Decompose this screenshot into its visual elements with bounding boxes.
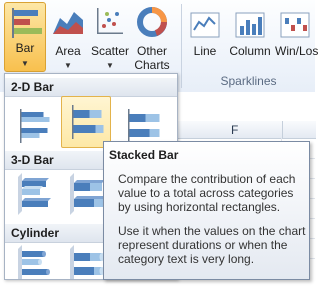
area-button-label: Area [55, 44, 81, 58]
cylinder-clustered-option[interactable] [9, 244, 59, 296]
scatter-chart-icon [97, 8, 123, 34]
sparkline-line-button[interactable]: Line [188, 4, 222, 64]
sparkline-winloss-label: Win/Los [275, 44, 319, 58]
clustered-bar-3d-option[interactable] [9, 170, 59, 222]
tooltip-description-line: Compare the contribution of each [118, 172, 296, 186]
tooltip-usage-line: category text is very long. [118, 252, 255, 266]
sparkline-line-icon [190, 12, 220, 38]
scatter-button-label: Scatter [90, 44, 129, 58]
sparkline-column-label: Column [229, 44, 271, 58]
bar-button-label: Bar [15, 41, 35, 55]
section-header-2d-bar: 2-D Bar [5, 78, 177, 97]
clustered-bar-option[interactable] [9, 100, 59, 152]
other-charts-button[interactable]: Other Charts [132, 4, 172, 72]
area-chart-button[interactable]: Area ▼ [50, 4, 86, 72]
cylinder-clustered-icon [18, 245, 50, 279]
tooltip-usage-line: Use it when the values on the chart [118, 224, 306, 238]
other-charts-icon [137, 7, 167, 37]
stacked-bar-tooltip: Stacked Bar Compare the contribution of … [103, 141, 310, 280]
chevron-down-icon: ▼ [106, 61, 114, 70]
sparkline-winloss-button[interactable]: Win/Los [274, 4, 319, 64]
chevron-down-icon: ▼ [21, 59, 29, 68]
tooltip-description-line: value to a total across categories [118, 186, 294, 200]
column-header-label: F [231, 123, 239, 137]
other-charts-label-line1: Other [136, 44, 167, 58]
stacked-bar-icon [72, 105, 104, 139]
other-charts-label-line2: Charts [134, 58, 170, 72]
clustered-bar-icon [20, 109, 50, 143]
sparkline-column-icon [235, 12, 265, 38]
tooltip-description-line: by using horizontal rectangles. [118, 200, 281, 214]
sparkline-line-label: Line [193, 44, 217, 58]
sparkline-winloss-icon [280, 12, 310, 38]
chevron-down-icon: ▼ [64, 61, 72, 70]
bar-chart-button[interactable]: Bar ▼ [4, 2, 46, 72]
column-header[interactable]: F [176, 121, 316, 139]
scatter-chart-button[interactable]: Scatter ▼ [90, 4, 130, 72]
clustered-bar-3d-icon [18, 173, 51, 215]
bar-chart-icon [12, 8, 42, 38]
tooltip-title: Stacked Bar [109, 148, 179, 162]
sparkline-column-button[interactable]: Column [228, 4, 272, 64]
sparklines-group-label: Sparklines [220, 74, 277, 88]
area-chart-icon [53, 12, 83, 34]
tooltip-usage-line: represent durations or when the [118, 238, 288, 252]
